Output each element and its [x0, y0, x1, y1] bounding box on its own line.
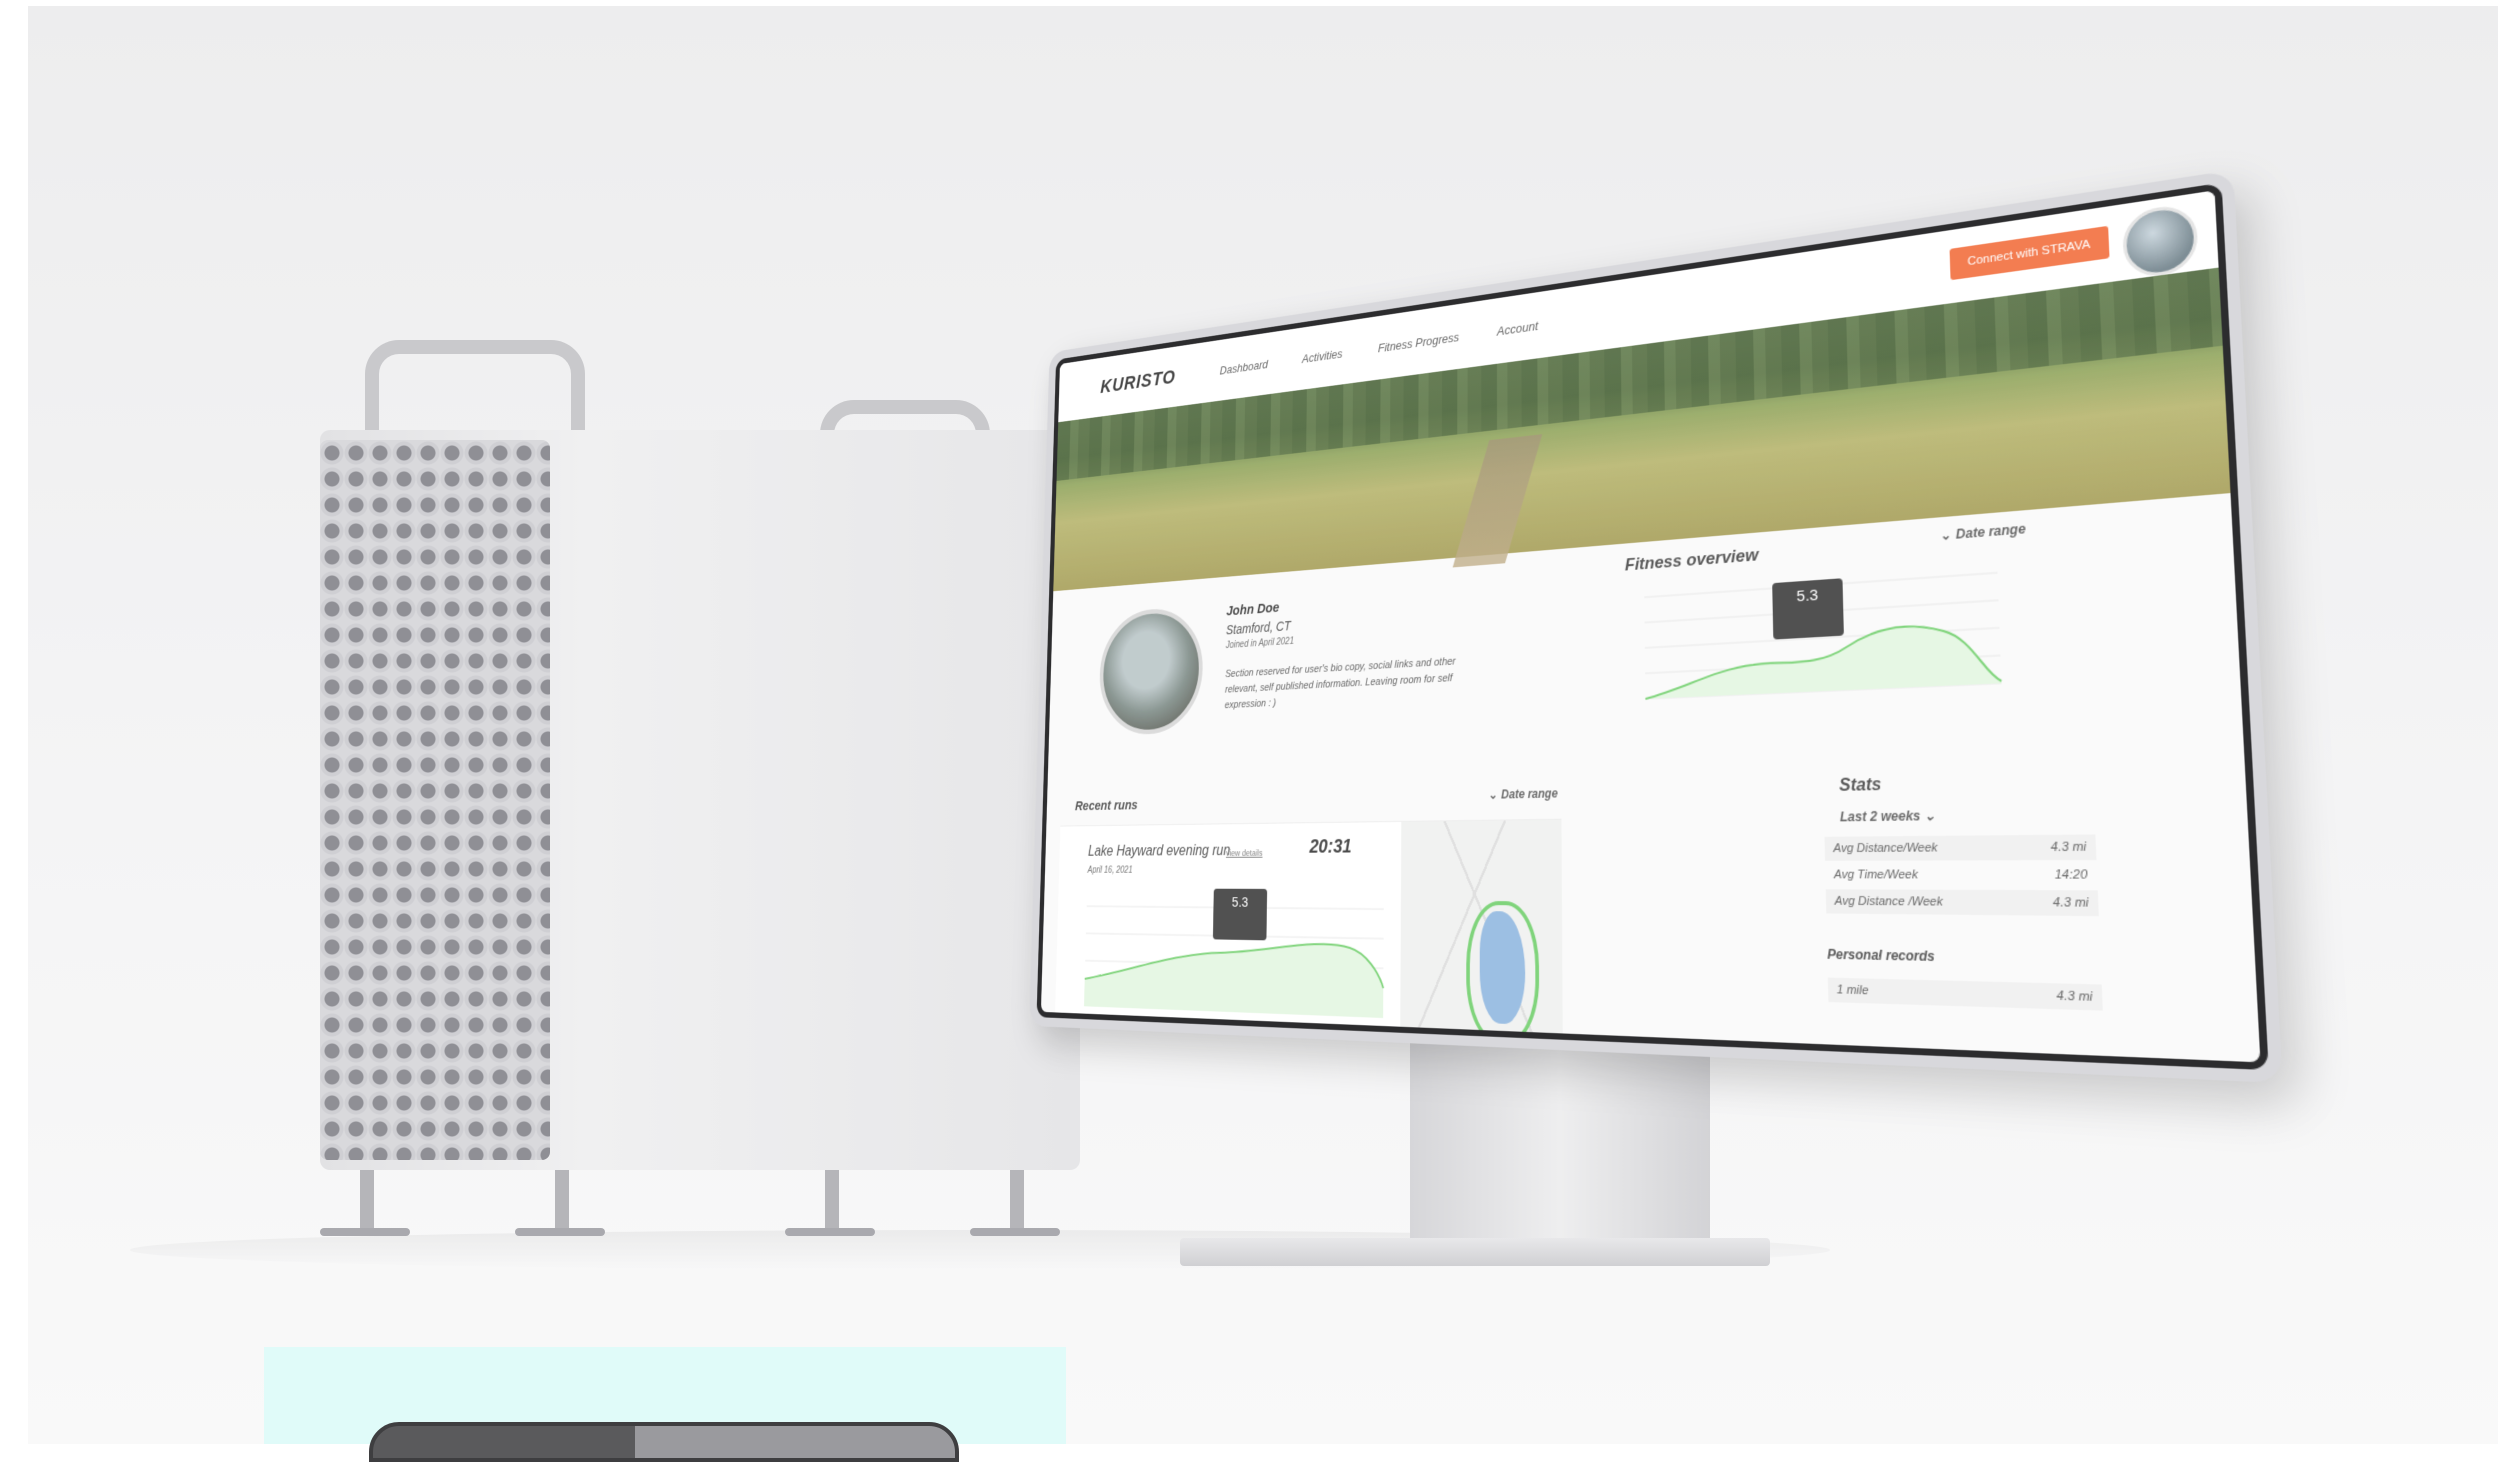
monitor-stand-neck	[1410, 1040, 1710, 1250]
personal-records-title: Personal records	[1827, 947, 1935, 965]
run-name: Lake Hayward evening run	[1088, 843, 1230, 860]
nav-activities[interactable]: Activities	[1302, 346, 1343, 365]
tower-foot	[785, 1228, 875, 1236]
fitness-overview-chart	[1616, 550, 2015, 731]
nav-fitness-progress[interactable]: Fitness Progress	[1378, 329, 1459, 354]
stat-label: Avg Time/Week	[1834, 868, 1918, 881]
stat-row: Avg Distance /Week 4.3 mi	[1826, 889, 2099, 916]
tower-leg	[825, 1170, 839, 1230]
recent-runs-title: Recent runs	[1075, 797, 1138, 813]
profile-info: John Doe Stamford, CT Joined in April 20…	[1225, 583, 1507, 714]
stat-label: Avg Distance /Week	[1834, 895, 1943, 909]
stat-value: 14:20	[2054, 868, 2087, 882]
stat-row: Avg Time/Week 14:20	[1825, 862, 2098, 888]
tower-leg	[1010, 1170, 1024, 1230]
stats-period-dropdown[interactable]: Last 2 weeks ⌄	[1840, 808, 1936, 825]
tower-foot	[515, 1228, 605, 1236]
tower-grille	[320, 440, 550, 1160]
app-logo[interactable]: KURISTO	[1100, 365, 1176, 398]
run-chart-tooltip: 5.3	[1213, 889, 1267, 941]
record-label: 1 mile	[1837, 983, 1869, 997]
nav-dashboard[interactable]: Dashboard	[1220, 357, 1268, 377]
stats-period-label: Last 2 weeks	[1840, 808, 1921, 824]
user-avatar[interactable]	[2122, 202, 2199, 280]
run-time: 20:31	[1309, 836, 1351, 858]
run-date: April 16, 2021	[1087, 866, 1132, 876]
chevron-down-icon: ⌄	[1940, 527, 1952, 543]
mac-pro-tower	[310, 340, 1080, 1240]
hero-trail	[1453, 434, 1543, 567]
personal-record-row: 1 mile 4.3 mi	[1828, 978, 2103, 1011]
phone-device-top	[369, 1422, 959, 1462]
stat-label: Avg Distance/Week	[1833, 841, 1938, 855]
chart-tooltip: 5.3	[1772, 578, 1844, 639]
fitness-date-range-dropdown[interactable]: ⌄ Date range	[1940, 521, 2026, 543]
connect-strava-button[interactable]: Connect with STRAVA	[1949, 226, 2109, 280]
runs-date-range-dropdown[interactable]: ⌄ Date range	[1489, 786, 1558, 801]
stat-value: 4.3 mi	[2053, 896, 2089, 910]
record-value: 4.3 mi	[2056, 989, 2093, 1004]
tooltip-value: 5.3	[1213, 894, 1267, 911]
chevron-down-icon: ⌄	[1489, 788, 1498, 802]
tooltip-value: 5.3	[1772, 585, 1843, 608]
profile-photo	[1098, 605, 1203, 736]
tower-leg	[555, 1170, 569, 1230]
view-details-link[interactable]: view details	[1226, 848, 1263, 858]
monitor-stand-base	[1180, 1238, 1770, 1266]
next-mockup-card	[264, 1347, 1066, 1444]
tower-foot	[320, 1228, 410, 1236]
nav-account[interactable]: Account	[1497, 318, 1538, 338]
profile-bio: Section reserved for user's bio copy, so…	[1225, 653, 1463, 713]
date-range-label: Date range	[1956, 521, 2026, 542]
chevron-down-icon: ⌄	[1924, 808, 1936, 824]
map-route	[1466, 901, 1539, 1046]
date-range-label: Date range	[1501, 786, 1558, 801]
stat-value: 4.3 mi	[2050, 840, 2086, 854]
stat-row: Avg Distance/Week 4.3 mi	[1825, 834, 2097, 860]
tower-foot	[970, 1228, 1060, 1236]
run-route-map[interactable]	[1400, 820, 1563, 1068]
stats-title: Stats	[1839, 776, 1882, 797]
tower-leg	[360, 1170, 374, 1230]
